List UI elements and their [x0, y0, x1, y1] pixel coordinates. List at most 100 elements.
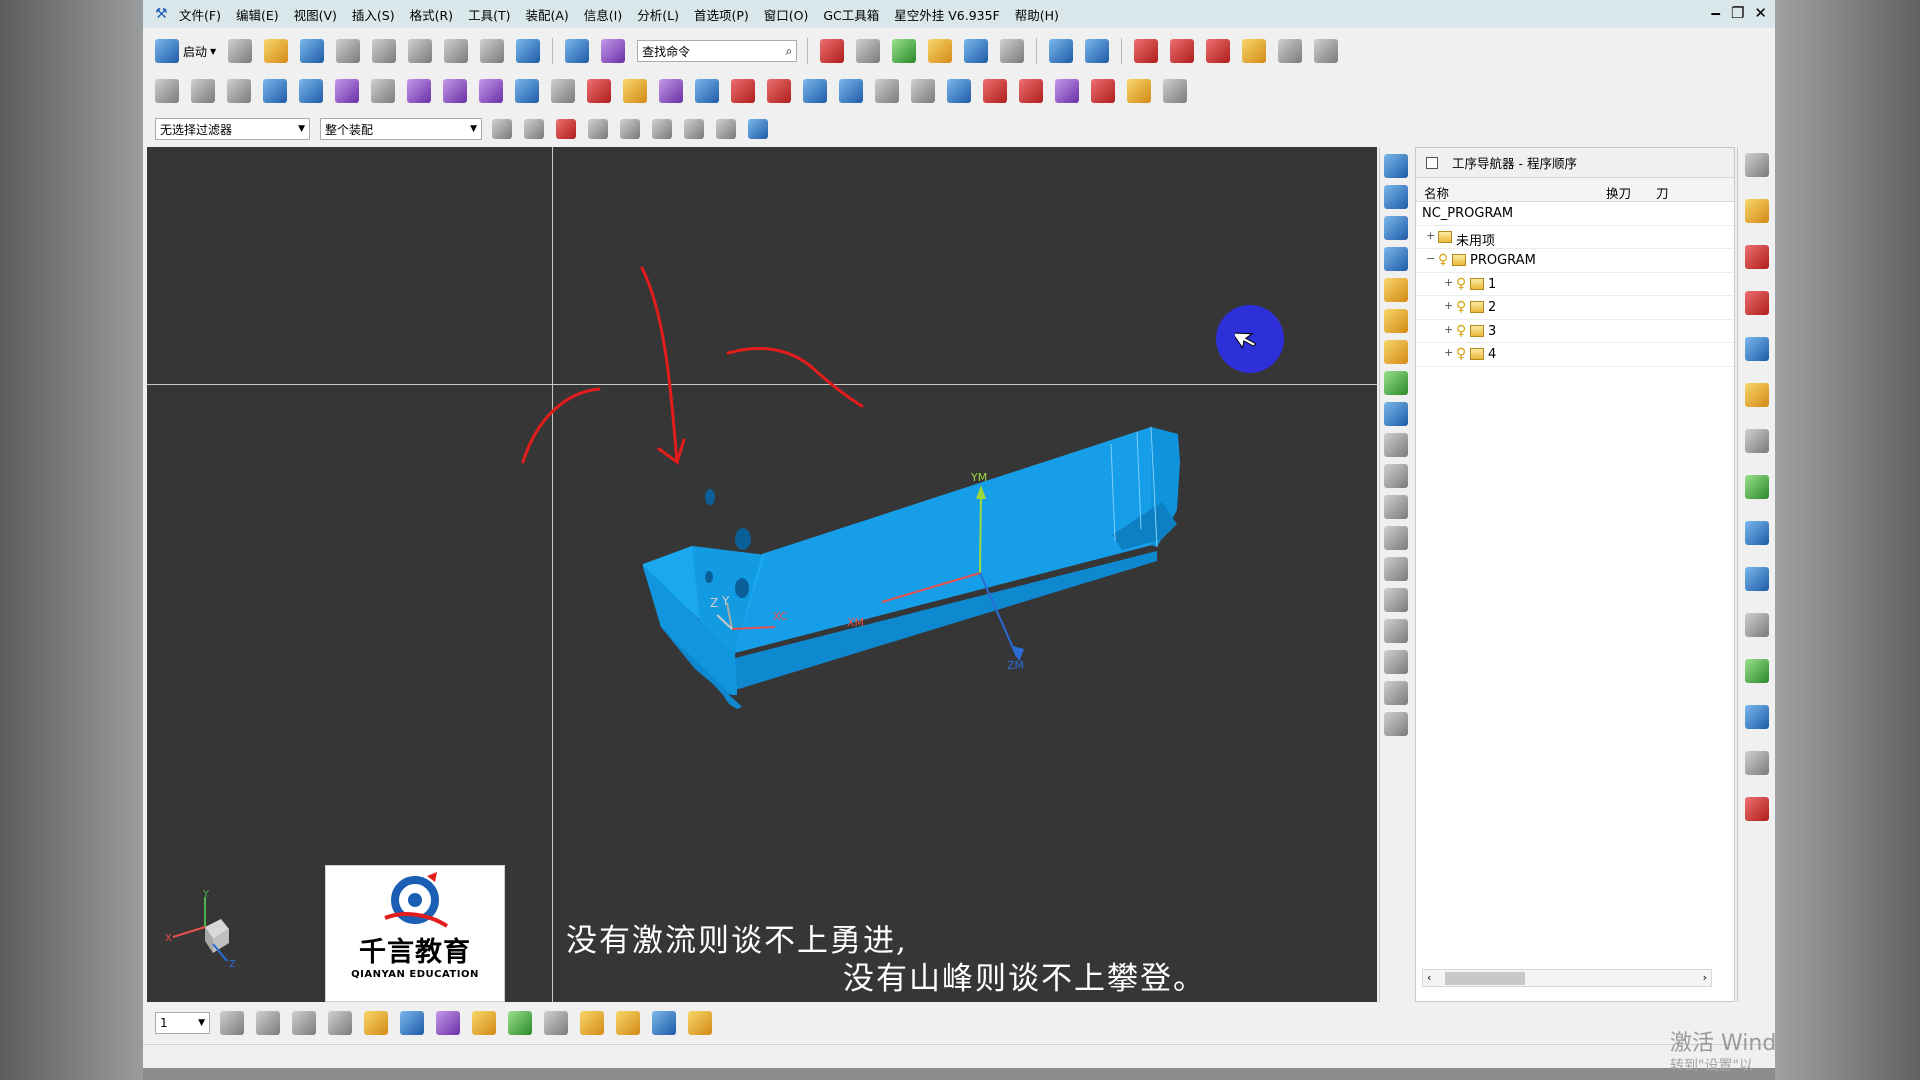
chamfer-icon[interactable] [659, 79, 683, 103]
verify-toolpath-icon[interactable] [1384, 495, 1408, 519]
circle-icon[interactable] [1163, 79, 1187, 103]
select-all-icon[interactable] [492, 119, 512, 139]
create-method-icon[interactable] [1384, 371, 1408, 395]
grid-icon[interactable] [436, 1011, 460, 1035]
block-icon[interactable] [479, 79, 503, 103]
fit-view-icon[interactable] [820, 39, 845, 63]
menu-edit[interactable]: 编辑(E) [236, 5, 279, 24]
move-to-layer-icon[interactable] [256, 1011, 280, 1035]
assembly-navigator-icon[interactable] [1049, 39, 1074, 63]
offset-icon[interactable] [371, 79, 395, 103]
replay-toolpath-icon[interactable] [1384, 464, 1408, 488]
machining-method-view-icon[interactable] [1384, 247, 1408, 271]
column-name[interactable]: 名称 [1424, 183, 1449, 202]
delete-icon[interactable] [480, 39, 505, 63]
point-icon[interactable] [544, 1011, 568, 1035]
transform-icon[interactable] [1384, 650, 1408, 674]
arc-tool-icon[interactable] [1206, 39, 1231, 63]
unite-icon[interactable] [731, 79, 755, 103]
copy-icon[interactable] [408, 39, 433, 63]
tree-row-program-4[interactable]: + ♀ 4 [1416, 343, 1734, 367]
undo-icon[interactable] [516, 39, 541, 63]
revolve-icon[interactable] [443, 79, 467, 103]
measure-distance-icon[interactable] [472, 1011, 496, 1035]
menu-gc-toolkit[interactable]: GC工具箱 [823, 5, 879, 24]
display-mode-icon[interactable] [565, 39, 590, 63]
close-button[interactable]: ✕ [1754, 4, 1767, 22]
shell-icon[interactable] [695, 79, 719, 103]
open-folder-icon[interactable] [264, 39, 289, 63]
tree-row-program-3[interactable]: + ♀ 3 [1416, 320, 1734, 343]
wcs-dynamics-icon[interactable] [292, 1011, 316, 1035]
part-navigator-tab-icon[interactable] [1745, 291, 1769, 315]
arc-center-icon[interactable] [652, 119, 672, 139]
tree-row-program-1[interactable]: + ♀ 1 [1416, 273, 1734, 296]
trim-icon[interactable] [335, 79, 359, 103]
settings-gear-icon[interactable] [1745, 153, 1769, 177]
tree-row-program-2[interactable]: + ♀ 2 [1416, 296, 1734, 320]
column-tool-change[interactable]: 换刀 [1606, 183, 1631, 202]
cube-view-icon[interactable] [748, 119, 768, 139]
plane-icon[interactable] [580, 1011, 604, 1035]
command-finder-icon[interactable] [601, 39, 626, 63]
scroll-right-icon[interactable]: › [1703, 971, 1707, 984]
arrow-right-icon[interactable] [299, 79, 323, 103]
line-tool-icon[interactable] [1134, 39, 1159, 63]
wcs-origin-icon[interactable] [328, 1011, 352, 1035]
snap-point-icon[interactable] [524, 119, 544, 139]
expand-icon[interactable]: + [1444, 323, 1453, 336]
wcs-rotate-icon[interactable] [364, 1011, 388, 1035]
menu-format[interactable]: 格式(R) [410, 5, 453, 24]
assembly-navigator-tab-icon[interactable] [1745, 199, 1769, 223]
edit-object-icon[interactable] [1384, 681, 1408, 705]
mirror-icon[interactable] [1019, 79, 1043, 103]
type-filter-dropdown[interactable]: 无选择过滤器 ▼ [155, 118, 310, 140]
menu-file[interactable]: 文件(F) [179, 5, 221, 24]
expand-icon[interactable]: + [1444, 276, 1453, 289]
find-command-input[interactable]: 查找命令 ⌕ [637, 40, 798, 62]
new-file-icon[interactable] [228, 39, 253, 63]
menu-help[interactable]: 帮助(H) [1015, 5, 1059, 24]
menu-information[interactable]: 信息(I) [584, 5, 622, 24]
menu-view[interactable]: 视图(V) [294, 5, 337, 24]
layer-settings-icon[interactable] [220, 1011, 244, 1035]
split-body-icon[interactable] [839, 79, 863, 103]
role-tab-icon[interactable] [1745, 705, 1769, 729]
column-tool[interactable]: 刀 [1656, 183, 1669, 202]
sphere-render-icon[interactable] [892, 39, 917, 63]
subtract-icon[interactable] [767, 79, 791, 103]
constraint-navigator-tab-icon[interactable] [1745, 245, 1769, 269]
rectangle-icon[interactable] [875, 79, 899, 103]
wcs-orient-icon[interactable] [400, 1011, 424, 1035]
machine-tool-view-icon[interactable] [1384, 185, 1408, 209]
pattern-icon[interactable] [983, 79, 1007, 103]
feature-play-icon[interactable] [1085, 39, 1110, 63]
tree-row-unused[interactable]: + 未用项 [1416, 226, 1734, 249]
postprocess-icon[interactable] [1384, 557, 1408, 581]
collapse-icon[interactable]: − [1426, 252, 1435, 265]
restore-button[interactable]: ❐ [1731, 4, 1744, 22]
launch-button[interactable]: 启动 ▼ [155, 39, 216, 63]
circle-tool-icon[interactable] [1242, 39, 1267, 63]
sketch-icon[interactable] [155, 79, 179, 103]
menu-preferences[interactable]: 首选项(P) [694, 5, 749, 24]
training-tab-icon[interactable] [1745, 797, 1769, 821]
hole-icon[interactable] [515, 79, 539, 103]
menu-analysis[interactable]: 分析(L) [637, 5, 679, 24]
menu-plugin[interactable]: 星空外挂 V6.935F [894, 5, 1000, 24]
control-point-icon[interactable] [620, 119, 640, 139]
operation-navigator-tab-icon[interactable] [1745, 337, 1769, 361]
palette-tab-icon[interactable] [1745, 475, 1769, 499]
clip-box-icon[interactable] [928, 39, 953, 63]
history-tab-icon[interactable] [1745, 567, 1769, 591]
expand-icon[interactable]: + [1444, 346, 1453, 359]
extract-icon[interactable] [227, 79, 251, 103]
graphics-viewport[interactable]: YM XM ZM Z Y XC Y X Z 千言教育 QIANYAN EDUCA… [147, 147, 1377, 1002]
replace-face-icon[interactable] [1091, 79, 1115, 103]
process-studio-icon[interactable] [1745, 659, 1769, 683]
menu-tools[interactable]: 工具(T) [468, 5, 510, 24]
background-icon[interactable] [1000, 39, 1025, 63]
datum-axis-icon[interactable] [616, 1011, 640, 1035]
line-two-point-icon[interactable] [1170, 39, 1195, 63]
rectangle-select-icon[interactable] [684, 119, 704, 139]
